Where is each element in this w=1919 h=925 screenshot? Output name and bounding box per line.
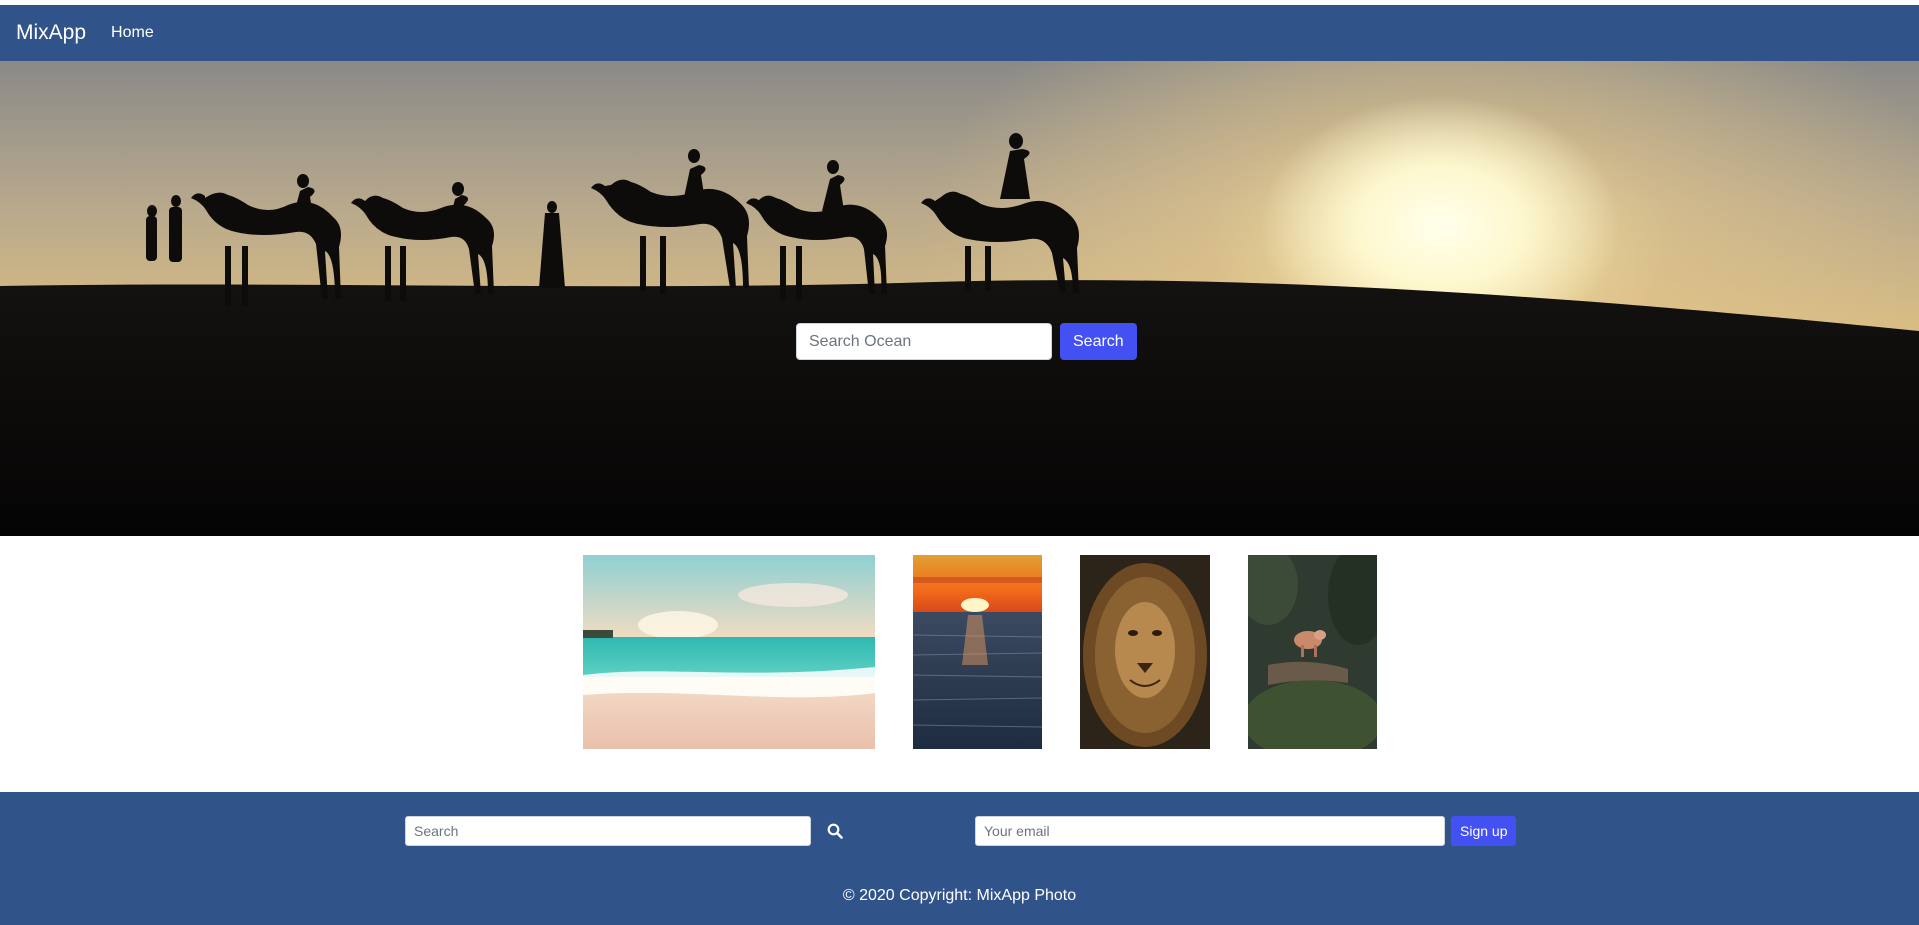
hero-search-bar: Search <box>796 323 1137 360</box>
hero-banner: Search <box>0 61 1919 536</box>
footer: Sign up © 2020 Copyright: MixApp Photo <box>0 792 1919 925</box>
nav-link-home[interactable]: Home <box>111 24 154 42</box>
hero-background-image <box>0 133 1919 536</box>
photo-tiger-forest[interactable] <box>1248 555 1377 749</box>
photo-beach[interactable] <box>583 555 875 749</box>
copyright-text: © 2020 Copyright: MixApp Photo <box>842 887 1077 904</box>
hero-search-button[interactable]: Search <box>1060 323 1137 360</box>
photo-gallery <box>0 555 1919 750</box>
search-icon[interactable] <box>822 818 848 844</box>
email-field[interactable] <box>975 816 1445 846</box>
photo-ocean-sunset[interactable] <box>913 555 1042 749</box>
signup-button[interactable]: Sign up <box>1451 816 1517 846</box>
brand-logo[interactable]: MixApp <box>16 21 86 45</box>
navbar: MixApp Home <box>0 5 1919 61</box>
photo-lion[interactable] <box>1080 555 1210 749</box>
hero-search-input[interactable] <box>796 323 1052 360</box>
footer-search-input[interactable] <box>405 816 811 846</box>
